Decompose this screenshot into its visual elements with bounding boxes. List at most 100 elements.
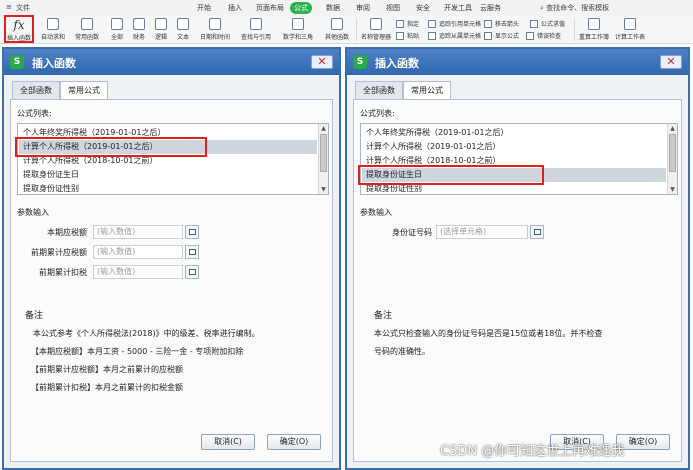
search-text: 查找命令、搜索模板 <box>546 4 610 12</box>
arrow-icon <box>484 20 492 28</box>
math-icon <box>292 18 304 30</box>
cell-select-button[interactable] <box>185 265 199 279</box>
calc-sheet-button[interactable]: 计算工作表 <box>612 17 648 44</box>
list-scrollbar[interactable]: ▲ ▼ <box>318 124 328 194</box>
lookup-label: 查找与引用 <box>240 34 271 41</box>
paste-icon <box>396 32 404 40</box>
tab-developer[interactable]: 开发工具 <box>440 2 476 14</box>
field-label: 前期累计扣税 <box>39 268 87 277</box>
tab-common-formulas[interactable]: 常用公式 <box>403 81 451 100</box>
error-check-button[interactable]: 错误检查 <box>526 31 564 41</box>
list-item[interactable]: 计算个人所得税（2019-01-01之后） <box>362 140 666 154</box>
cell-select-button[interactable] <box>185 245 199 259</box>
tab-view[interactable]: 视图 <box>382 2 404 14</box>
field-label: 前期累计应税额 <box>31 248 87 257</box>
tab-formula[interactable]: 公式 <box>290 2 312 14</box>
close-button[interactable]: ✕ <box>311 55 333 69</box>
sigma-icon <box>47 18 59 30</box>
lookup-icon <box>250 18 262 30</box>
cumulative-tax-input[interactable]: (输入数值) <box>93 265 183 279</box>
finance-button[interactable]: 财务 <box>128 17 150 44</box>
menu-bar: ≡ 文件 开始 插入 页面布局 公式 数据 审阅 视图 安全 开发工具 云服务 … <box>0 0 693 16</box>
note-line: 本公式只检查输入的身份证号码是否是15位或者18位。并不检查 <box>374 329 603 338</box>
menu-file[interactable]: 文件 <box>16 3 30 13</box>
tab-page-layout[interactable]: 页面布局 <box>252 2 288 14</box>
note-title: 备注 <box>374 311 393 321</box>
all-functions-button[interactable]: 全部 <box>106 17 128 44</box>
tab-common-formulas[interactable]: 常用公式 <box>60 81 108 100</box>
cumulative-taxable-input[interactable]: (输入数值) <box>93 245 183 259</box>
scroll-thumb[interactable] <box>320 134 327 172</box>
datetime-button[interactable]: 日期和时间 <box>196 17 234 44</box>
scroll-down-icon[interactable]: ▼ <box>319 185 328 194</box>
list-item[interactable]: 提取身份证性别 <box>19 182 317 194</box>
finance-label: 财务 <box>132 34 145 41</box>
other-functions-button[interactable]: 其他函数 <box>320 17 354 44</box>
insert-function-button[interactable]: fx 插入函数 <box>4 15 34 43</box>
assign-label: 指定 <box>407 21 420 28</box>
cell-range-icon <box>534 229 541 235</box>
trace-precedents-button[interactable]: 追踪引用单元格 <box>428 19 482 29</box>
logic-button[interactable]: 逻辑 <box>150 17 172 44</box>
tab-all-functions[interactable]: 全部函数 <box>355 81 403 99</box>
app-logo-icon: S <box>10 55 24 69</box>
hamburger-icon[interactable]: ≡ <box>6 3 12 11</box>
ok-button[interactable]: 确定(O) <box>267 434 321 450</box>
scroll-thumb[interactable] <box>669 134 676 172</box>
tab-data[interactable]: 数据 <box>322 2 344 14</box>
tab-security[interactable]: 安全 <box>412 2 434 14</box>
field-label: 本期应税额 <box>47 228 87 237</box>
clock-icon <box>209 18 221 30</box>
assign-button[interactable]: 指定 <box>396 19 426 29</box>
cell-select-button[interactable] <box>185 225 199 239</box>
name-manager-icon <box>370 18 382 30</box>
list-scrollbar[interactable]: ▲ ▼ <box>667 124 677 194</box>
note-line: 号码的准确性。 <box>374 347 430 356</box>
name-manager-label: 名称管理器 <box>360 34 391 41</box>
calc-sheet-label: 计算工作表 <box>614 34 645 41</box>
id-number-input[interactable]: (选择单元格) <box>436 225 528 239</box>
evaluate-formula-button[interactable]: 公式求值 <box>530 19 570 29</box>
evaluate-icon <box>530 20 538 28</box>
cancel-button[interactable]: 取消(C) <box>201 434 255 450</box>
tab-all-functions[interactable]: 全部函数 <box>12 81 60 99</box>
close-icon: ✕ <box>666 55 676 68</box>
trace-dependents-button[interactable]: 追踪从属单元格 <box>428 31 482 41</box>
text-button[interactable]: 文本 <box>172 17 194 44</box>
formula-list-label: 公式列表: <box>17 109 52 118</box>
name-manager-button[interactable]: 名称管理器 <box>358 17 394 44</box>
tab-insert[interactable]: 插入 <box>224 2 246 14</box>
search-box[interactable]: ⌕ 查找命令、搜索模板 <box>540 3 609 13</box>
tab-cloud[interactable]: 云服务 <box>476 2 505 14</box>
formula-list-label: 公式列表: <box>360 109 395 118</box>
paste-button[interactable]: 粘贴 <box>396 31 426 41</box>
scroll-down-icon[interactable]: ▼ <box>668 185 677 194</box>
trace-precedents-label: 追踪引用单元格 <box>439 21 482 28</box>
note-title: 备注 <box>25 311 44 321</box>
list-item[interactable]: 提取身份证生日 <box>19 168 317 182</box>
scroll-up-icon[interactable]: ▲ <box>668 124 677 133</box>
current-taxable-input[interactable]: (输入数值) <box>93 225 183 239</box>
highlight-box <box>15 137 207 157</box>
other-functions-label: 其他函数 <box>324 34 349 41</box>
tab-review[interactable]: 审阅 <box>352 2 374 14</box>
math-button[interactable]: 数学和三角 <box>278 17 318 44</box>
text-icon <box>177 18 189 30</box>
formula-icon <box>484 32 492 40</box>
cell-select-button[interactable] <box>530 225 544 239</box>
close-button[interactable]: ✕ <box>660 55 682 69</box>
show-formulas-button[interactable]: 显示公式 <box>484 31 522 41</box>
common-functions-button[interactable]: 常用函数 <box>70 17 104 44</box>
autosum-button[interactable]: 自动求和 <box>38 17 68 44</box>
lookup-button[interactable]: 查找与引用 <box>236 17 276 44</box>
tab-home[interactable]: 开始 <box>193 2 215 14</box>
formula-list[interactable]: 个人年终奖所得税（2019-01-01之后） 计算个人所得税（2019-01-0… <box>17 123 329 195</box>
note-line: 【前期累计应税额】本月之前累计的应税额 <box>31 365 183 374</box>
scroll-up-icon[interactable]: ▲ <box>319 124 328 133</box>
insert-function-label: 插入函数 <box>6 35 31 42</box>
remove-arrows-button[interactable]: 移去箭头 <box>484 19 522 29</box>
dialog-titlebar: S 插入函数 ✕ <box>4 49 339 75</box>
list-item[interactable]: 个人年终奖所得税（2019-01-01之后） <box>362 126 666 140</box>
recalc-workbook-button[interactable]: 重算工作簿 <box>576 17 612 44</box>
insert-function-dialog-left: S 插入函数 ✕ 全部函数 常用公式 公式列表: 个人年终奖所得税（2019-0… <box>2 47 341 470</box>
